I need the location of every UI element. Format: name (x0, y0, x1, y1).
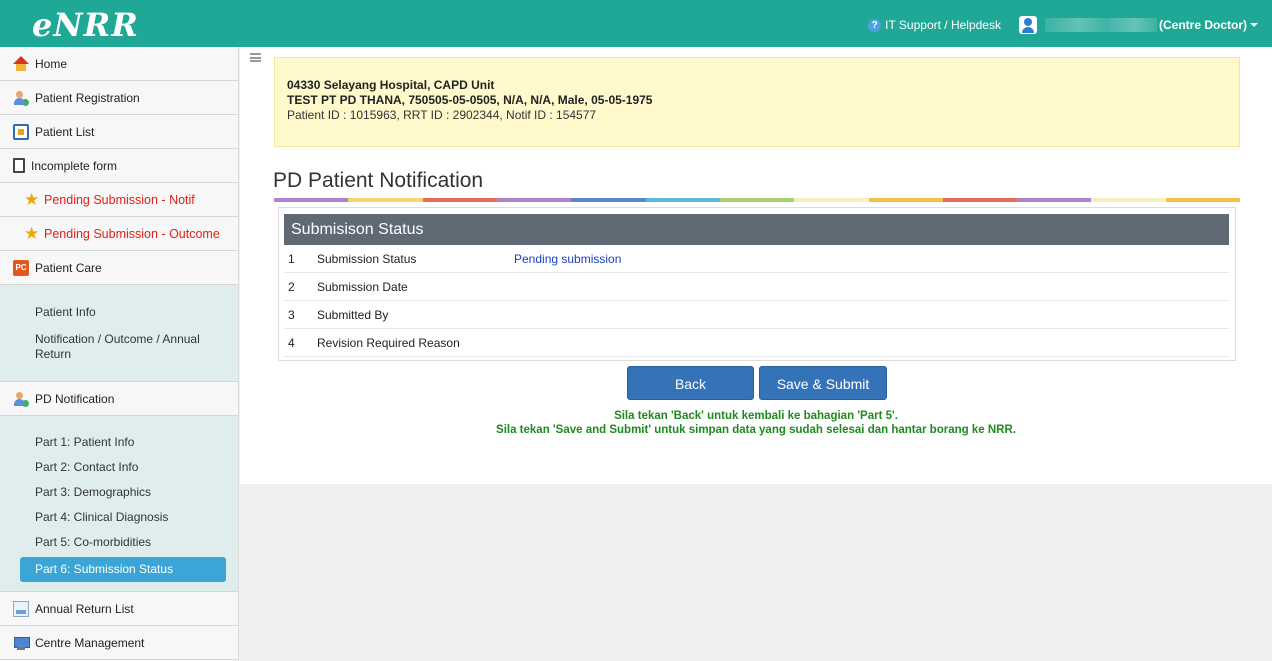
star-icon: ★ (24, 189, 40, 209)
user-name-redacted (1044, 18, 1157, 32)
rainbow-segment (422, 198, 497, 202)
sidebar-subitem-part3[interactable]: Part 3: Demographics (0, 480, 238, 505)
panel-heading: Submisison Status (284, 214, 1229, 245)
sidebar-item-label: Pending Submission - Notif (44, 192, 195, 207)
pc-icon: PC (13, 259, 29, 276)
sidebar-item-home[interactable]: Home (0, 47, 238, 81)
back-button[interactable]: Back (627, 366, 754, 400)
sidebar-subitem-notification-outcome[interactable]: Notification / Outcome / Annual Return (0, 326, 238, 368)
user-menu[interactable]: (Centre Doctor) (1159, 18, 1247, 32)
user-add-icon (13, 90, 29, 106)
sidebar-item-label: Patient Care (35, 260, 102, 275)
list-icon (13, 123, 29, 140)
sidebar-item-patient-registration[interactable]: Patient Registration (0, 81, 238, 115)
row-label: Revision Required Reason (317, 335, 460, 350)
sidebar-subitem-patient-info[interactable]: Patient Info (0, 299, 238, 326)
save-submit-button[interactable]: Save & Submit (759, 366, 887, 400)
monitor-icon (13, 635, 30, 651)
patient-details: TEST PT PD THANA, 750505-05-0505, N/A, N… (287, 93, 653, 107)
rainbow-segment (1165, 198, 1241, 202)
sidebar-subitem-part2[interactable]: Part 2: Contact Info (0, 455, 238, 480)
rainbow-segment (571, 198, 646, 202)
row-number: 2 (288, 279, 295, 294)
sidebar-item-centre-management[interactable]: Centre Management (0, 626, 238, 660)
rainbow-segment (496, 198, 572, 202)
row-label: Submission Date (317, 279, 408, 294)
row-number: 1 (288, 251, 295, 266)
sidebar-subitem-part1[interactable]: Part 1: Patient Info (0, 430, 238, 455)
rainbow-segment (794, 198, 869, 202)
table-row: 4 Revision Required Reason (284, 329, 1229, 357)
row-label: Submitted By (317, 307, 389, 322)
sidebar-item-label: Patient List (35, 124, 95, 139)
centre-name: 04330 Selayang Hospital, CAPD Unit (287, 78, 495, 92)
sidebar-subitem-part4[interactable]: Part 4: Clinical Diagnosis (0, 505, 238, 530)
pd-notification-submenu: Part 1: Patient Info Part 2: Contact Inf… (0, 416, 238, 592)
topbar-right: ? IT Support / Helpdesk (Centre Doctor) (868, 16, 1258, 34)
patient-care-submenu: Patient Info Notification / Outcome / An… (0, 285, 238, 382)
app-logo[interactable]: eNRR (32, 6, 139, 44)
submission-status-panel: Submisison Status 1 Submission Status Pe… (278, 207, 1236, 361)
rainbow-segment (1017, 198, 1092, 202)
sidebar-item-label: Annual Return List (35, 601, 134, 616)
row-number: 3 (288, 307, 295, 322)
user-icon (1018, 16, 1037, 34)
rainbow-segment (645, 198, 720, 202)
sidebar: Home Patient Registration Patient List I… (0, 47, 239, 661)
main-content: 04330 Selayang Hospital, CAPD Unit TEST … (240, 47, 1272, 484)
row-number: 4 (288, 335, 295, 350)
rainbow-segment (942, 198, 1018, 202)
decorative-rainbow-rule (274, 198, 1241, 202)
sidebar-item-patient-care[interactable]: PC Patient Care (0, 251, 238, 285)
sidebar-item-patient-list[interactable]: Patient List (0, 115, 238, 149)
sidebar-item-label: Patient Registration (35, 90, 140, 105)
helpdesk-link[interactable]: IT Support / Helpdesk (885, 18, 1001, 32)
document-icon (13, 600, 29, 617)
row-label: Submission Status (317, 251, 417, 266)
rainbow-segment (719, 198, 795, 202)
clipboard-icon (13, 158, 25, 173)
sidebar-subitem-part5[interactable]: Part 5: Co-morbidities (0, 530, 238, 555)
sidebar-item-annual-return-list[interactable]: Annual Return List (0, 592, 238, 626)
sidebar-item-pending-outcome[interactable]: ★ Pending Submission - Outcome (0, 217, 238, 251)
rainbow-segment (274, 198, 349, 202)
top-bar: eNRR ? IT Support / Helpdesk (Centre Doc… (0, 0, 1272, 47)
sidebar-item-label: Pending Submission - Outcome (44, 226, 220, 241)
hint-save: Sila tekan 'Save and Submit' untuk simpa… (496, 424, 1016, 436)
table-row: 1 Submission Status Pending submission (284, 245, 1229, 273)
rainbow-segment (868, 198, 943, 202)
table-row: 2 Submission Date (284, 273, 1229, 301)
sidebar-item-label: PD Notification (35, 391, 115, 406)
sidebar-item-label: Centre Management (35, 635, 145, 650)
sidebar-item-label: Home (35, 56, 68, 71)
star-icon: ★ (24, 223, 40, 243)
row-value: Pending submission (514, 251, 622, 266)
user-add-icon (13, 391, 29, 407)
sidebar-item-incomplete-form[interactable]: Incomplete form (0, 149, 238, 183)
help-icon: ? (868, 18, 882, 32)
home-icon (13, 55, 29, 72)
table-row: 3 Submitted By (284, 301, 1229, 329)
chevron-down-icon[interactable] (1250, 23, 1258, 27)
menu-toggle-icon[interactable] (250, 53, 261, 62)
page-title: PD Patient Notification (273, 169, 484, 192)
rainbow-segment (348, 198, 423, 202)
sidebar-item-pending-notif[interactable]: ★ Pending Submission - Notif (0, 183, 238, 217)
sidebar-item-pd-notification[interactable]: PD Notification (0, 382, 238, 416)
sidebar-subitem-part6[interactable]: Part 6: Submission Status (20, 557, 226, 582)
sidebar-item-label: Incomplete form (31, 158, 118, 173)
rainbow-segment (1091, 198, 1166, 202)
hint-back: Sila tekan 'Back' untuk kembali ke bahag… (614, 410, 898, 422)
patient-info-box: 04330 Selayang Hospital, CAPD Unit TEST … (274, 57, 1240, 147)
patient-ids: Patient ID : 1015963, RRT ID : 2902344, … (287, 108, 597, 122)
